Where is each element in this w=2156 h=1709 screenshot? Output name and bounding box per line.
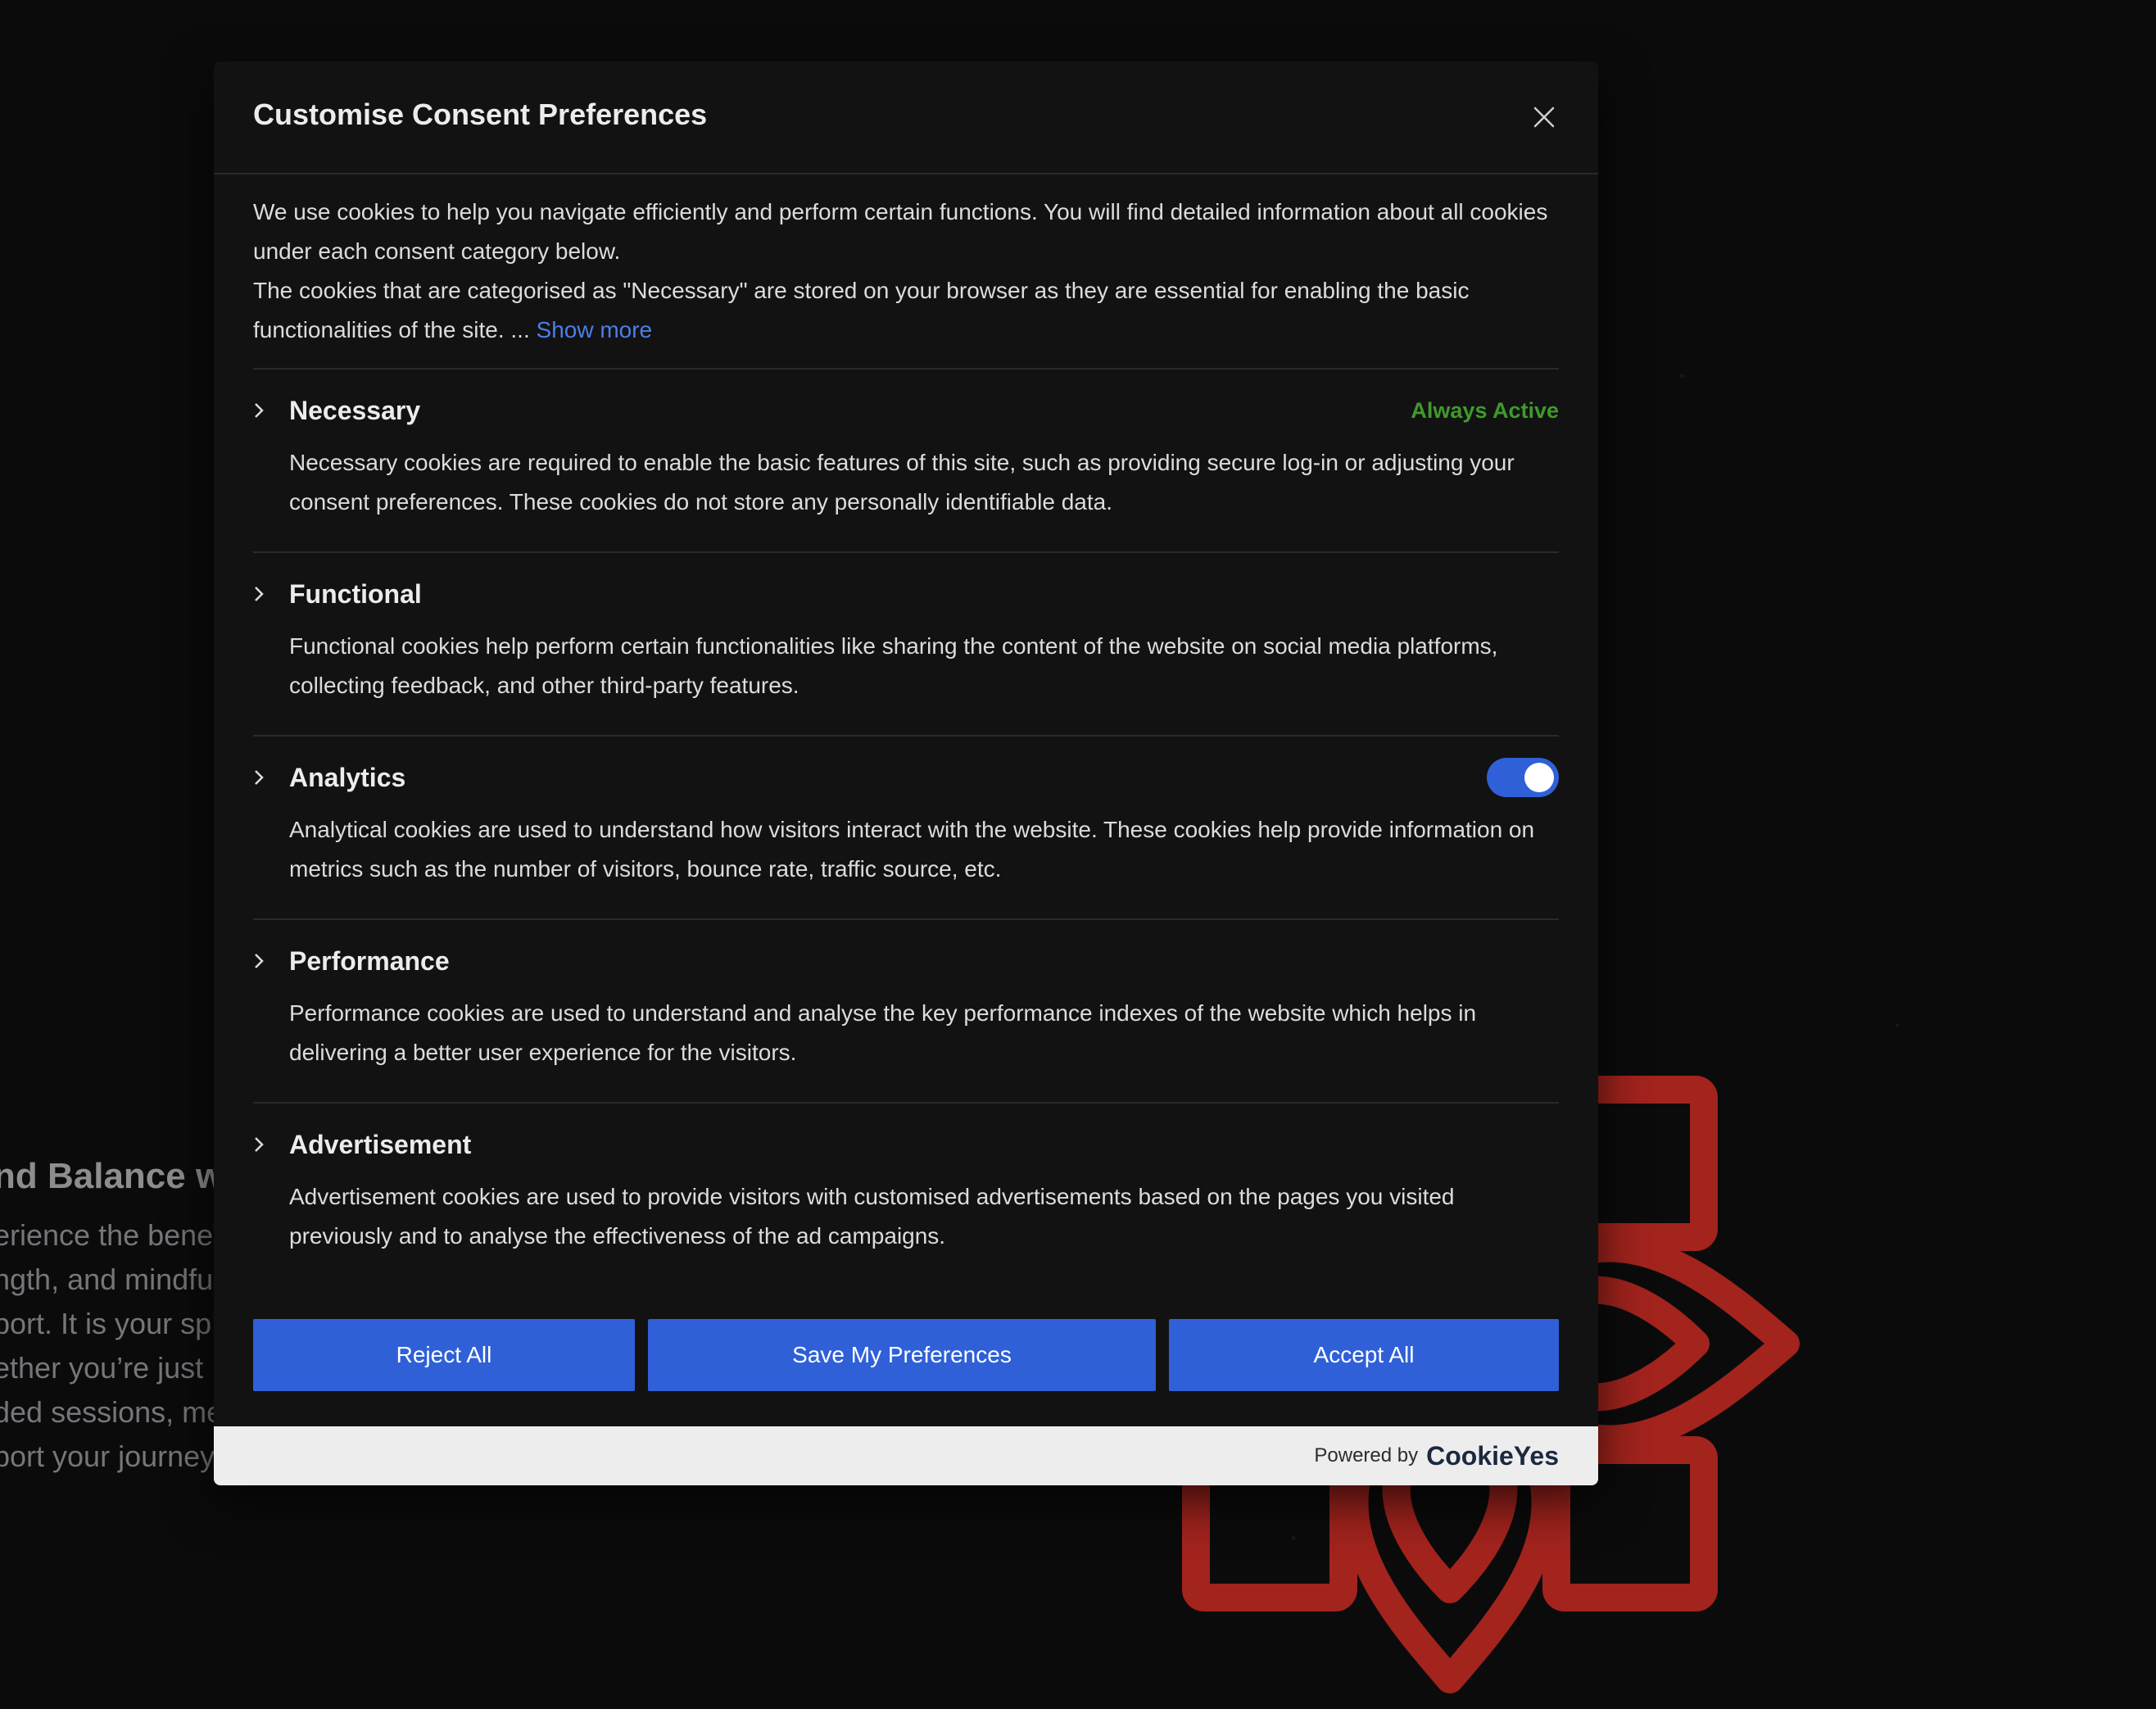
modal-title: Customise Consent Preferences [253,97,708,131]
chevron-right-icon[interactable] [253,756,289,799]
background-paragraph: erience the bene ngth, and mindfu port. … [0,1213,239,1479]
category-description: Performance cookies are used to understa… [289,1000,1477,1065]
modal-footer: Powered by CookieYes [214,1426,1598,1485]
intro-paragraph: We use cookies to help you navigate effi… [253,199,1548,264]
close-icon [1533,107,1555,128]
chevron-right-icon[interactable] [253,1123,289,1166]
close-button[interactable] [1524,97,1564,137]
intro-text: We use cookies to help you navigate effi… [253,193,1559,369]
category-title[interactable]: Functional [289,579,1559,610]
always-active-badge: Always Active [1411,397,1559,423]
toggle-knob [1524,763,1554,792]
cookieyes-logo[interactable]: CookieYes [1426,1441,1559,1471]
category-title[interactable]: Necessary [289,396,1411,426]
category-title[interactable]: Analytics [289,763,1487,793]
reject-all-button[interactable]: Reject All [253,1319,635,1391]
category-header[interactable]: Necessary Always Active [253,389,1559,432]
chevron-right-icon[interactable] [253,573,289,615]
background-line: port. It is your sp [0,1306,212,1340]
category-description: Functional cookies help perform certain … [289,633,1498,698]
background-section: nd Balance w erience the bene ngth, and … [0,1155,239,1479]
background-line: port your journey [0,1439,215,1473]
category-necessary: Necessary Always Active Necessary cookie… [253,369,1559,553]
chevron-right-icon[interactable] [253,389,289,432]
category-header[interactable]: Functional [253,573,1559,615]
intro-paragraph: The cookies that are categorised as "Nec… [253,271,1559,350]
category-description: Necessary cookies are required to enable… [289,450,1515,515]
category-analytics: Analytics Analytical cookies are used to… [253,737,1559,920]
save-preferences-button[interactable]: Save My Preferences [648,1319,1156,1391]
category-header[interactable]: Advertisement [253,1123,1559,1166]
background-line: ether you’re just [0,1350,204,1385]
modal-body: We use cookies to help you navigate effi… [214,193,1598,1285]
category-header[interactable]: Performance [253,940,1559,982]
background-heading: nd Balance w [0,1156,224,1196]
intro-necessary-text: The cookies that are categorised as "Nec… [253,278,1470,342]
show-more-link[interactable]: Show more [537,317,653,342]
category-description: Analytical cookies are used to understan… [289,817,1535,882]
category-advertisement: Advertisement Advertisement cookies are … [253,1104,1559,1285]
category-performance: Performance Performance cookies are used… [253,920,1559,1104]
powered-by-label: Powered by [1314,1444,1419,1466]
chevron-right-icon[interactable] [253,940,289,982]
background-line: ded sessions, me [0,1394,224,1429]
modal-header: Customise Consent Preferences [214,61,1598,175]
background-line: erience the bene [0,1217,214,1252]
accept-all-button[interactable]: Accept All [1169,1319,1559,1391]
category-description: Advertisement cookies are used to provid… [289,1184,1455,1249]
action-buttons: Reject All Save My Preferences Accept Al… [253,1319,1559,1391]
category-title[interactable]: Advertisement [289,1130,1559,1160]
consent-modal: Customise Consent Preferences We use coo… [214,61,1598,1485]
background-line: ngth, and mindfu [0,1262,214,1296]
category-title[interactable]: Performance [289,946,1559,977]
category-functional: Functional Functional cookies help perfo… [253,553,1559,737]
analytics-toggle[interactable] [1487,758,1559,797]
category-header[interactable]: Analytics [253,756,1559,799]
